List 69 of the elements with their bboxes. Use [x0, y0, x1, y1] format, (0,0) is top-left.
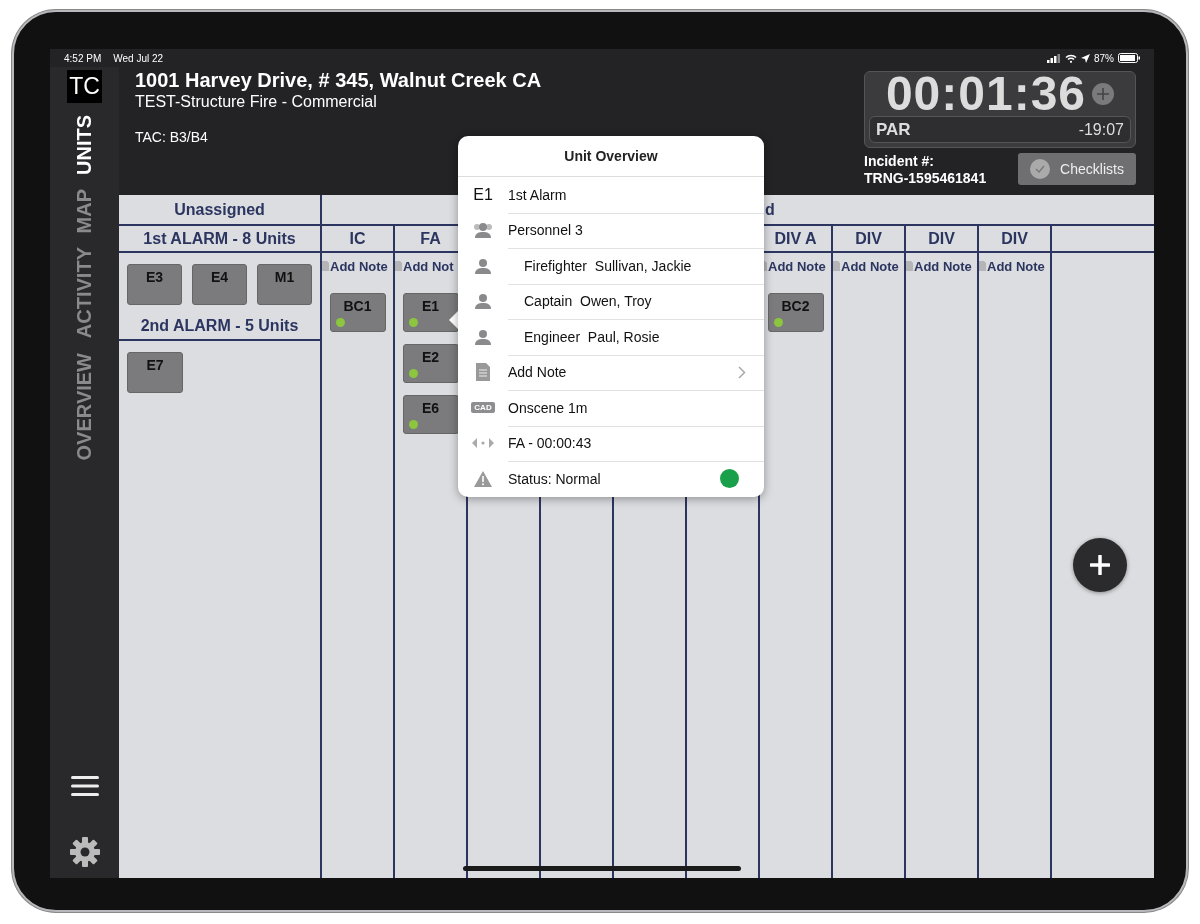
incident-address: 1001 Harvey Drive, # 345, Walnut Creek CA	[135, 69, 543, 92]
document-icon	[476, 363, 490, 382]
crew-member: Engineer Paul, Rosie	[524, 328, 660, 345]
document-icon	[979, 261, 986, 271]
unit-tile[interactable]: M1	[257, 264, 312, 305]
popover-row-text: Status: Normal	[508, 470, 601, 487]
document-icon	[322, 261, 329, 271]
incident-type: TEST-Structure Fire - Commercial	[135, 93, 378, 111]
par-countdown: -19:07	[1078, 120, 1124, 139]
arrows-icon	[472, 437, 494, 450]
unit-tile[interactable]: E7	[127, 352, 183, 393]
add-note-link[interactable]: Add Not	[395, 253, 454, 279]
crew-member: Firefighter Sullivan, Jackie	[524, 257, 692, 274]
person-icon	[474, 328, 492, 345]
tac-channel: TAC: B3/B4	[135, 129, 209, 145]
unit-tile[interactable]: E1	[402, 293, 459, 332]
popover-row-text: Onscene 1m	[508, 399, 588, 416]
document-icon	[833, 261, 840, 271]
popover-row-text: FA - 00:00:43	[508, 435, 592, 452]
incident-number-label: Incident #:	[864, 153, 935, 170]
alarm-group-header: 1st ALARM - 8 Units	[119, 226, 322, 253]
checklists-button[interactable]: Checklists	[1018, 153, 1136, 185]
wifi-icon	[1065, 53, 1077, 63]
sidebar-tab[interactable]: UNITS	[73, 115, 96, 175]
elapsed-time: 00:01:36	[885, 72, 1087, 116]
add-note-link[interactable]: Add Note	[906, 253, 972, 279]
add-note-link[interactable]: Add Note	[322, 253, 388, 279]
column-header: Unassigned	[119, 195, 322, 226]
unit-tile[interactable]: E3	[127, 264, 182, 305]
column-header: DIV	[906, 226, 979, 253]
add-note-link[interactable]: Add Note	[508, 364, 567, 381]
battery-icon	[1118, 53, 1140, 63]
column-header: DIV	[833, 226, 906, 253]
location-arrow-icon	[1081, 53, 1090, 63]
checkmark-circle-icon	[1030, 159, 1051, 179]
app-logo: TC	[67, 70, 102, 103]
unit-tile[interactable]: E2	[402, 344, 459, 383]
status-time: 4:52 PM	[64, 52, 102, 64]
column-header: DIV	[979, 226, 1052, 253]
crew-member: Captain Owen, Troy	[524, 293, 652, 310]
add-note-link[interactable]: Add Note	[833, 253, 899, 279]
settings-icon[interactable]	[68, 836, 101, 868]
column-header: IC	[322, 226, 395, 253]
incident-number: TRNG-1595461841	[864, 170, 987, 187]
alarm-group-header: 2nd ALARM - 5 Units	[119, 305, 320, 341]
status-date: Wed Jul 22	[113, 52, 164, 64]
sidebar-tab[interactable]: MAP	[73, 189, 96, 234]
document-icon	[395, 261, 402, 271]
unit-tile[interactable]: E4	[192, 264, 247, 305]
cad-badge: CAD	[471, 402, 495, 414]
group-icon	[472, 221, 494, 240]
plus-icon	[1090, 555, 1110, 575]
document-icon	[906, 261, 913, 271]
sidebar-tab[interactable]: OVERVIEW	[73, 352, 96, 460]
sidebar-tab[interactable]: ACTIVITY	[73, 247, 96, 339]
unit-tile[interactable]: E6	[402, 395, 459, 434]
unit-tile[interactable]: BC1	[329, 293, 386, 332]
plus-circle-icon[interactable]	[1092, 83, 1115, 105]
battery-percentage: 87%	[1094, 52, 1114, 64]
chevron-right-icon	[738, 365, 746, 379]
person-icon	[474, 257, 492, 274]
popover-title: Unit Overview	[458, 136, 764, 177]
add-note-link[interactable]: Add Note	[979, 253, 1045, 279]
unit-tile[interactable]: BC2	[767, 293, 824, 332]
warning-icon	[474, 470, 492, 487]
menu-icon[interactable]	[70, 776, 99, 796]
par-label: PAR	[876, 119, 911, 140]
signal-icon	[1047, 53, 1061, 63]
person-icon	[474, 293, 492, 310]
